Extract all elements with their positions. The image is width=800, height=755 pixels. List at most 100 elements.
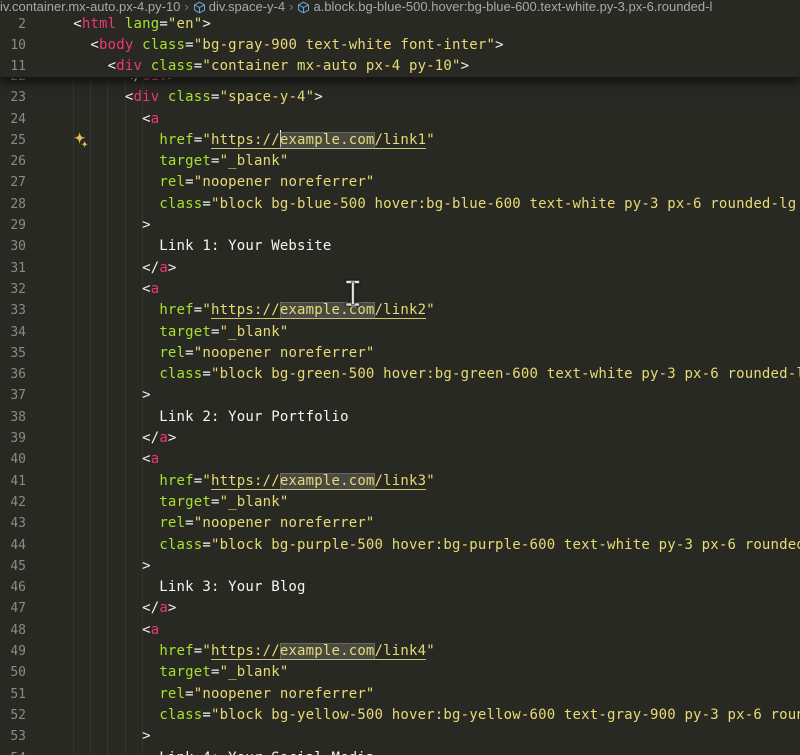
code-text: <a [56,451,159,467]
code-token [159,89,168,105]
code-token: = [185,37,194,53]
breadcrumb-item[interactable]: a.block.bg-blue-500.hover:bg-blue-600.te… [297,0,712,14]
code-line[interactable]: 43 rel="noopener noreferrer" [0,513,800,534]
line-number: 51 [0,684,26,705]
code-token: href [159,643,193,659]
code-token: /link4 [375,643,427,660]
code-line[interactable]: 51 rel="noopener noreferrer" [0,684,800,705]
code-line[interactable]: 29 > [0,215,800,236]
code-line[interactable]: 35 rel="noopener noreferrer" [0,343,800,364]
code-token: < [56,89,133,105]
code-token: > [314,89,323,105]
line-number: 34 [0,322,26,343]
code-token: > [202,16,211,32]
code-line[interactable]: 26 target="_blank" [0,151,800,172]
code-token [133,37,142,53]
code-text: href="https://example.com/link2" [56,302,435,318]
code-token: > [168,260,177,276]
code-line[interactable]: 38 Link 2: Your Portfolio [0,407,800,428]
code-line[interactable]: 45 > [0,556,800,577]
code-token: class [142,37,185,53]
code-token: < [56,451,151,467]
code-line[interactable]: 39 </a> [0,428,800,449]
code-token: > [461,58,470,74]
code-line[interactable]: 30 Link 1: Your Website [0,236,800,257]
code-line[interactable]: 49 href="https://example.com/link4" [0,641,800,662]
line-number: 49 [0,641,26,662]
code-token: https:// [211,302,280,319]
code-token: > [168,600,177,616]
code-token [56,345,159,361]
code-line[interactable]: 32 <a [0,279,800,300]
code-line[interactable]: 46 Link 3: Your Blog [0,577,800,598]
code-line[interactable]: 31 </a> [0,258,800,279]
code-token [56,664,159,680]
sticky-scroll[interactable]: 2 <html lang="en">10 <body class="bg-gra… [0,14,800,79]
code-token: a [159,430,168,446]
code-token: target [159,664,211,680]
code-text: <html lang="en"> [56,16,211,32]
code-line[interactable]: 48 <a [0,620,800,641]
copilot-sparkle-icon[interactable] [71,131,90,150]
line-number: 45 [0,556,26,577]
line-number: 23 [0,87,26,108]
code-line[interactable]: 33 href="https://example.com/link2" [0,300,800,321]
code-token: "block bg-purple-500 hover:bg-purple-600… [211,537,800,553]
code-line[interactable]: 10 <body class="bg-gray-900 text-white f… [0,35,800,56]
code-token: div [116,58,142,74]
code-text: <body class="bg-gray-900 text-white font… [56,37,504,53]
code-token: https:// [211,473,280,490]
code-line[interactable]: 41 href="https://example.com/link3" [0,471,800,492]
code-token: > [56,387,151,403]
code-token [56,707,159,723]
line-number: 35 [0,343,26,364]
breadcrumb-separator: › [289,0,293,14]
code-text: </a> [56,430,177,446]
code-line[interactable]: 2 <html lang="en"> [0,14,800,35]
line-number: 31 [0,258,26,279]
code-token: /link2 [375,302,427,319]
editor-code-area[interactable]: 22 </div>23 <div class="space-y-4">24 <a… [0,66,800,755]
code-token: = [202,707,211,723]
code-line[interactable]: 28 class="block bg-blue-500 hover:bg-blu… [0,194,800,215]
code-line[interactable]: 42 target="_blank" [0,492,800,513]
code-text: class="block bg-purple-500 hover:bg-purp… [56,537,800,553]
code-token: example.com [280,302,375,319]
code-line[interactable]: 24 <a [0,109,800,130]
code-text: rel="noopener noreferrer" [56,515,375,531]
code-line[interactable]: 47 </a> [0,598,800,619]
code-line[interactable]: 40 <a [0,449,800,470]
code-text: <div class="space-y-4"> [56,89,323,105]
code-line[interactable]: 25 href="https://example.com/link1" [0,130,800,151]
code-line[interactable]: 53 > [0,726,800,747]
code-line[interactable]: 37 > [0,385,800,406]
breadcrumb-item[interactable]: iv.container.mx-auto.px-4.py-10 [0,0,180,14]
code-token: a [151,622,160,638]
line-number: 43 [0,513,26,534]
breadcrumb-item[interactable]: div.space-y-4 [193,0,285,14]
code-line[interactable]: 52 class="block bg-yellow-500 hover:bg-y… [0,705,800,726]
code-token: href [159,132,193,148]
code-line[interactable]: 50 target="_blank" [0,662,800,683]
code-token: = [185,345,194,361]
code-token: a [159,600,168,616]
code-line[interactable]: 54 Link 4: Your Social Media [0,748,800,755]
code-token [56,302,159,318]
code-token: example.com [280,132,375,149]
code-token: a [151,451,160,467]
code-line[interactable]: 27 rel="noopener noreferrer" [0,172,800,193]
code-line[interactable]: 23 <div class="space-y-4"> [0,87,800,108]
code-token: = [202,196,211,212]
code-line[interactable]: 34 target="_blank" [0,322,800,343]
code-token: = [185,174,194,190]
code-line[interactable]: 36 class="block bg-green-500 hover:bg-gr… [0,364,800,385]
code-line[interactable]: 44 class="block bg-purple-500 hover:bg-p… [0,535,800,556]
line-number: 36 [0,364,26,385]
code-token [56,537,159,553]
code-token: > [495,37,504,53]
line-number: 11 [0,56,26,77]
code-line[interactable]: 11 <div class="container mx-auto px-4 py… [0,56,800,77]
code-token: rel [159,345,185,361]
sticky-scroll-lines: 2 <html lang="en">10 <body class="bg-gra… [0,14,800,78]
code-token: > [56,558,151,574]
